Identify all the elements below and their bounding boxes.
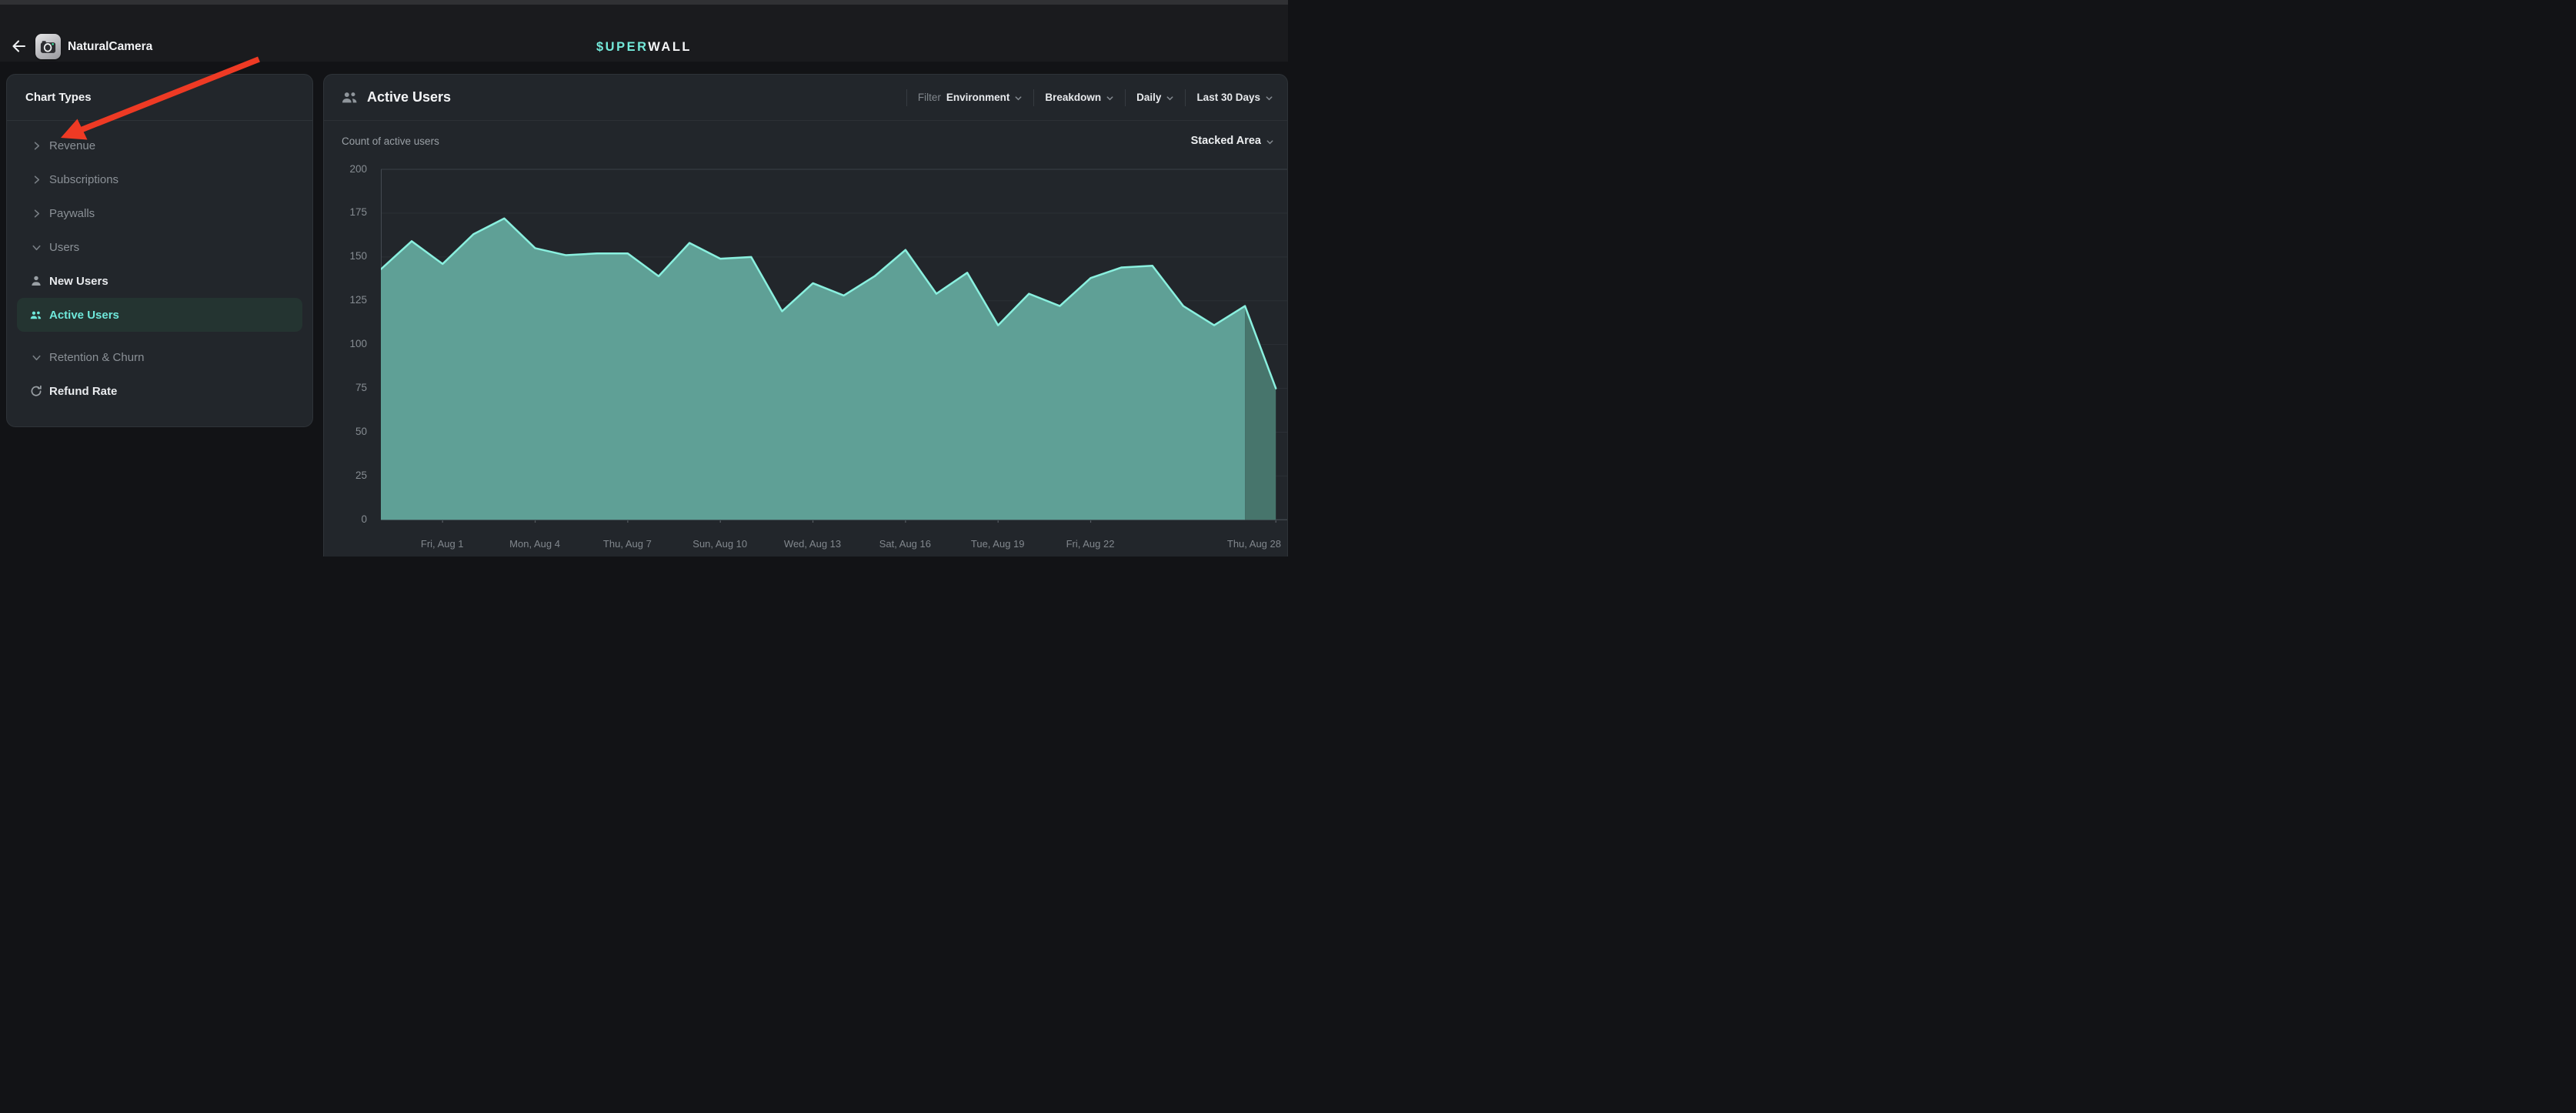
filter-separator: [1185, 89, 1186, 106]
superwall-logo: $UPERWALL: [596, 40, 692, 55]
y-axis-label: 100: [330, 338, 367, 350]
page-title: Active Users: [367, 89, 451, 105]
chevron-right-icon: [30, 173, 42, 186]
sidebar-item-label: Active Users: [49, 309, 119, 322]
sidebar-item-label: Paywalls: [49, 207, 95, 220]
chevron-down-icon: [30, 351, 42, 363]
chevron-down-icon: [1265, 93, 1273, 102]
logo-primary: $UPER: [596, 40, 648, 54]
sidebar-item-label: Refund Rate: [49, 385, 117, 398]
sidebar-item-label: Retention & Churn: [49, 351, 144, 364]
sidebar-item-paywalls[interactable]: Paywalls: [17, 196, 302, 230]
back-arrow-icon[interactable]: [10, 38, 27, 55]
y-axis-label: 125: [330, 294, 367, 306]
breakdown-dropdown[interactable]: Breakdown: [1045, 92, 1114, 103]
app-name: NaturalCamera: [68, 40, 152, 54]
camera-app-icon: [35, 34, 61, 59]
main-panel: Active Users Filter Environment Breakdow…: [323, 74, 1288, 556]
x-axis-label: Fri, Aug 22: [1066, 538, 1115, 550]
y-axis-label: 75: [330, 382, 367, 394]
y-axis-label: 150: [330, 250, 367, 262]
sidebar-item-active-users[interactable]: Active Users: [17, 298, 302, 332]
people-icon: [30, 309, 42, 321]
chevron-right-icon: [30, 139, 42, 152]
filter-label: Filter: [918, 92, 941, 103]
y-axis-label: 50: [330, 426, 367, 438]
sidebar-item-label: Subscriptions: [49, 173, 118, 186]
main-header: Active Users Filter Environment Breakdow…: [324, 75, 1287, 121]
chevron-right-icon: [30, 207, 42, 219]
x-axis-label: Mon, Aug 4: [509, 538, 560, 550]
x-axis-label: Wed, Aug 13: [784, 538, 841, 550]
x-axis-label: Fri, Aug 1: [421, 538, 464, 550]
x-axis-label: Sun, Aug 10: [692, 538, 747, 550]
filter-separator: [1033, 89, 1034, 106]
sidebar-item-label: Users: [49, 241, 79, 254]
sidebar-item-users[interactable]: Users: [17, 230, 302, 264]
chevron-down-icon: [1014, 93, 1023, 102]
top-bar: NaturalCamera $UPERWALL: [0, 0, 1288, 62]
y-axis-label: 0: [330, 513, 367, 526]
filter-separator: [1125, 89, 1126, 106]
x-axis-label: Sat, Aug 16: [879, 538, 931, 550]
sidebar-item-subscriptions[interactable]: Subscriptions: [17, 162, 302, 196]
x-axis-label: Thu, Aug 7: [603, 538, 652, 550]
filter-bar: Filter Environment Breakdown Daily: [896, 89, 1273, 106]
person-icon: [30, 275, 42, 287]
people-icon: [342, 91, 359, 105]
y-axis-label: 25: [330, 470, 367, 482]
logo-secondary: WALL: [648, 40, 692, 54]
sidebar-item-new-users[interactable]: New Users: [17, 264, 302, 298]
sidebar-list: Revenue Subscriptions Paywalls Users New Use…: [7, 121, 312, 408]
x-axis-label: Tue, Aug 19: [971, 538, 1025, 550]
filter-separator: [906, 89, 907, 106]
chevron-down-icon: [1106, 93, 1114, 102]
y-axis-label: 175: [330, 206, 367, 219]
chart-type-dropdown[interactable]: Stacked Area: [1191, 135, 1274, 147]
sidebar-item-label: Revenue: [49, 139, 95, 152]
chevron-down-icon: [30, 241, 42, 253]
period-dropdown[interactable]: Daily: [1136, 92, 1174, 103]
environment-filter-dropdown[interactable]: Filter Environment: [918, 92, 1023, 103]
chart-types-sidebar: Chart Types Revenue Subscriptions Paywalls…: [6, 74, 313, 427]
sidebar-title: Chart Types: [7, 75, 312, 121]
sidebar-item-revenue[interactable]: Revenue: [17, 129, 302, 162]
date-range-dropdown[interactable]: Last 30 Days: [1196, 92, 1273, 103]
sidebar-item-label: New Users: [49, 275, 108, 288]
chevron-down-icon: [1266, 137, 1274, 145]
sidebar-item-refund-rate[interactable]: Refund Rate: [17, 374, 302, 408]
chart-subtitle: Count of active users: [342, 135, 439, 147]
y-axis-label: 200: [330, 163, 367, 175]
stacked-area-chart: [381, 165, 1289, 523]
x-axis-label: Thu, Aug 28: [1227, 538, 1281, 550]
sidebar-item-retention-churn[interactable]: Retention & Churn: [17, 340, 302, 374]
chart-subheader: Count of active users Stacked Area: [324, 121, 1287, 161]
chevron-down-icon: [1166, 93, 1174, 102]
refresh-icon: [30, 385, 42, 397]
